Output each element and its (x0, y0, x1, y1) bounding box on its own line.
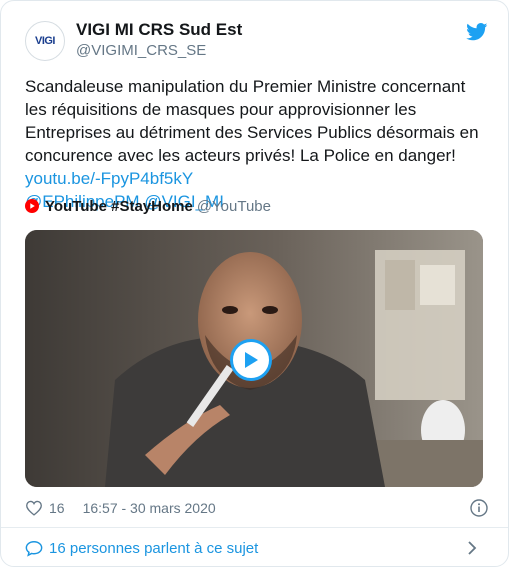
media-source[interactable]: YouTube #StayHome @YouTube (25, 196, 271, 216)
youtube-icon (25, 199, 39, 213)
author-handle[interactable]: @VIGIMI_CRS_SE (76, 42, 206, 59)
tweet-header: VIGI VIGI MI CRS Sud Est @VIGIMI_CRS_SE (25, 19, 488, 63)
speech-bubble-icon (25, 540, 43, 557)
avatar[interactable]: VIGI (25, 21, 65, 61)
tweet-text: Scandaleuse manipulation du Premier Mini… (25, 75, 489, 213)
tweet-timestamp[interactable]: 16:57 - 30 mars 2020 (83, 500, 216, 516)
play-icon (245, 352, 258, 368)
heart-icon[interactable] (25, 500, 43, 516)
source-title: YouTube #StayHome (45, 197, 193, 215)
source-handle: @YouTube (196, 197, 271, 215)
chevron-right-icon[interactable] (466, 540, 478, 556)
like-count[interactable]: 16 (49, 500, 65, 516)
divider (1, 527, 508, 528)
video-play-button[interactable] (230, 339, 272, 381)
avatar-logo-text: VIGI (34, 35, 56, 47)
conversation-link[interactable]: 16 personnes parlent à ce sujet (25, 537, 488, 559)
tweet-body: Scandaleuse manipulation du Premier Mini… (25, 77, 479, 165)
tweet-card: VIGI VIGI MI CRS Sud Est @VIGIMI_CRS_SE … (0, 0, 509, 567)
conversation-text: 16 personnes parlent à ce sujet (49, 539, 259, 557)
author-name[interactable]: VIGI MI CRS Sud Est (76, 20, 242, 40)
twitter-bird-icon[interactable] (466, 23, 488, 41)
tweet-link[interactable]: youtu.be/-FpyP4bf5kY (25, 169, 193, 188)
tweet-meta: 16 16:57 - 30 mars 2020 (25, 497, 488, 519)
info-icon[interactable] (470, 499, 488, 517)
